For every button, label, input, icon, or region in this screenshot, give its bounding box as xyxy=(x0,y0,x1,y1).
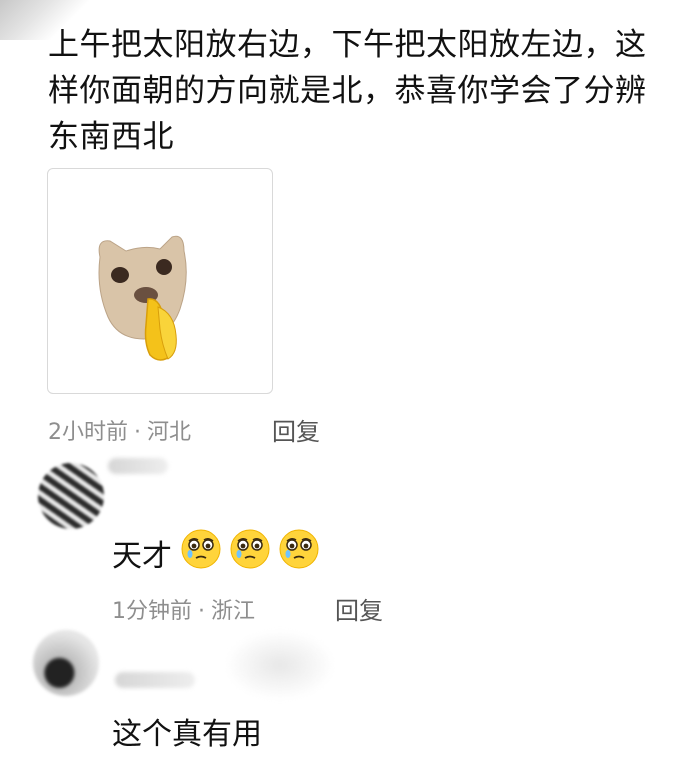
reply-button[interactable]: 回复 xyxy=(335,591,383,626)
username-blurred[interactable] xyxy=(108,458,168,474)
sticker-image[interactable] xyxy=(47,168,273,394)
comment-location: 河北 xyxy=(147,420,192,445)
comment-meta: 2小时前 · 河北 xyxy=(48,414,191,446)
avatar[interactable] xyxy=(33,630,99,696)
comment-text: 上午把太阳放右边，下午把太阳放左边，这样你面朝的方向就是北，恭喜你学会了分辨东南… xyxy=(48,27,647,155)
comment-time: 2小时前 xyxy=(48,420,128,445)
cat-sticker-icon xyxy=(98,235,187,361)
meta-separator: · xyxy=(134,420,141,445)
reply-text: 天才 xyxy=(112,539,172,574)
reply-text: 这个真有用 xyxy=(112,717,262,752)
crying-face-icon xyxy=(279,529,319,569)
reply-location: 浙江 xyxy=(211,599,256,624)
username-blurred[interactable] xyxy=(115,672,195,688)
crying-face-icon xyxy=(230,529,270,569)
reply-time: 1分钟前 xyxy=(112,599,192,624)
avatar[interactable] xyxy=(38,463,104,529)
reply-button[interactable]: 回复 xyxy=(272,412,320,447)
crying-face-icon xyxy=(181,529,221,569)
meta-separator: · xyxy=(198,599,205,624)
reply-meta: 1分钟前 · 浙江 xyxy=(112,593,255,625)
blurred-overlay xyxy=(225,630,335,700)
